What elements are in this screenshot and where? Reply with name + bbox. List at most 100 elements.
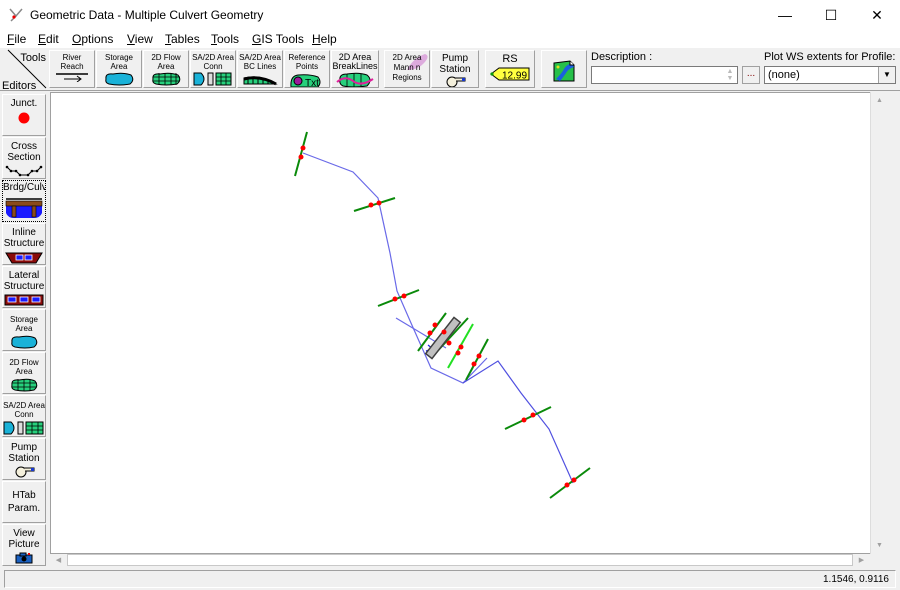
sa-conn-icon — [193, 72, 232, 86]
sa-2d-area-conn-button[interactable]: SA/2D Area Conn — [190, 50, 236, 88]
inline-structure-icon — [5, 252, 43, 264]
storage-area-button[interactable]: Storage Area — [96, 50, 142, 88]
bc-lines-icon — [243, 76, 278, 86]
menu-view[interactable]: View — [127, 32, 153, 46]
window-title: Geometric Data - Multiple Culvert Geomet… — [30, 8, 264, 22]
menu-tables[interactable]: Tables — [165, 32, 200, 46]
lateral-structure-icon — [4, 294, 44, 306]
maximize-icon: ☐ — [824, 6, 838, 23]
junction-dot-icon — [18, 112, 30, 124]
status-bar: 1.1546, 0.9116 — [4, 570, 896, 588]
menu-tools[interactable]: Tools — [211, 32, 239, 46]
pump-icon — [15, 466, 35, 478]
spin-up-icon: ▲ — [726, 68, 734, 75]
horizontal-scroll-track[interactable] — [67, 554, 853, 566]
minimize-button[interactable]: — — [762, 0, 808, 30]
pump-station-button[interactable]: Pump Station — [431, 50, 479, 88]
description-more-button[interactable]: ... — [742, 66, 760, 84]
close-button[interactable]: ✕ — [854, 0, 900, 30]
2d-flow-area-button[interactable]: 2D Flow Area — [143, 50, 189, 88]
2d-grid-icon — [152, 72, 181, 86]
storage-area-label: Storage Area — [104, 53, 134, 71]
geometry-canvas[interactable] — [50, 92, 886, 554]
editor-lateral-structure-button[interactable]: Lateral Structure — [2, 266, 46, 308]
editor-cross-section-button[interactable]: Cross Section — [2, 137, 46, 179]
culvert-structure[interactable] — [424, 316, 469, 360]
menu-gis-tools[interactable]: GIS Tools — [252, 32, 304, 46]
2d-area-breaklines-label: 2D Area BreakLines — [332, 52, 378, 71]
2d-area-mann-n-regions-button[interactable]: 2D Area Mann n Regions — [384, 50, 430, 88]
description-spin[interactable]: ▲ ▼ — [724, 68, 736, 82]
editor-2d-flow-area-label: 2D Flow Area — [9, 358, 39, 376]
sa-2d-area-bc-lines-button[interactable]: SA/2D Area BC Lines — [237, 50, 283, 88]
cursor-coordinates: 1.1546, 0.9116 — [823, 574, 889, 585]
geometry-schematic — [294, 131, 591, 499]
close-icon: ✕ — [871, 6, 883, 23]
scroll-up-icon[interactable]: ▲ — [871, 92, 888, 109]
editor-inline-structure-label: Inline Structure — [3, 227, 45, 249]
cross-section-icon — [5, 165, 43, 177]
cross-section-8[interactable] — [549, 467, 591, 499]
editor-htab-param-label: HTab Param. — [7, 490, 41, 514]
sa-2d-area-bc-lines-label: SA/2D Area BC Lines — [239, 53, 281, 71]
2d-grid-icon — [11, 378, 38, 392]
maximize-button[interactable]: ☐ — [808, 0, 854, 30]
scroll-right-icon[interactable]: ▶ — [853, 554, 870, 567]
cross-section-7[interactable] — [504, 406, 552, 430]
vertical-scrollbar[interactable]: ▲ ▼ — [870, 92, 888, 554]
editor-view-picture-button[interactable]: View Picture — [2, 524, 46, 566]
rs-button[interactable]: RS 12.99 — [485, 50, 535, 88]
menu-file[interactable]: File — [7, 32, 26, 46]
app-icon — [9, 8, 23, 22]
spin-down-icon: ▼ — [726, 75, 734, 82]
scroll-down-icon[interactable]: ▼ — [871, 537, 888, 554]
editor-2d-flow-area-button[interactable]: 2D Flow Area — [2, 352, 46, 394]
svg-text:Txt: Txt — [305, 78, 319, 88]
editor-storage-area-label: Storage Area — [9, 315, 39, 333]
editor-pump-station-button[interactable]: Pump Station — [2, 438, 46, 480]
menu-edit[interactable]: Edit — [38, 32, 59, 46]
river-reach-button[interactable]: River Reach — [49, 50, 95, 88]
arrow-right-icon — [56, 73, 88, 82]
rs-tag-icon: 12.99 — [490, 67, 530, 82]
editor-pump-station-label: Pump Station — [8, 442, 40, 464]
chevron-down-icon: ▼ — [878, 67, 895, 83]
tools-label: Tools — [20, 52, 46, 64]
editor-cross-section-label: Cross Section — [7, 141, 41, 163]
cross-section-3[interactable] — [377, 289, 420, 307]
title-bar: Geometric Data - Multiple Culvert Geomet… — [0, 0, 900, 30]
profile-label: Plot WS extents for Profile: — [764, 51, 896, 63]
editor-junction-label: Junct. — [10, 98, 38, 109]
menu-help[interactable]: Help — [312, 32, 337, 46]
scroll-left-icon[interactable]: ◀ — [50, 554, 67, 567]
editor-view-picture-label: View Picture — [8, 528, 40, 550]
reference-points-button[interactable]: Reference Points Txt — [284, 50, 330, 88]
editor-inline-structure-button[interactable]: Inline Structure — [2, 223, 46, 265]
horizontal-scrollbar[interactable]: ◀ ▶ — [50, 554, 870, 567]
profile-select[interactable]: (none) ▼ — [764, 66, 896, 84]
2d-flow-area-label: 2D Flow Area — [151, 53, 181, 71]
river-reach-line[interactable] — [302, 152, 574, 484]
profile-value: (none) — [768, 69, 800, 81]
description-input[interactable]: ▲ ▼ — [591, 66, 738, 84]
rs-value: 12.99 — [502, 71, 527, 82]
minimize-icon: — — [778, 7, 792, 23]
editor-lateral-structure-label: Lateral Structure — [3, 270, 45, 292]
storage-area-icon — [105, 72, 134, 86]
editor-sa-2d-area-conn-button[interactable]: SA/2D Area Conn — [2, 395, 46, 437]
rs-label: RS — [502, 53, 518, 65]
editors-sidebar: Junct. Cross Section Brdg/Culv Inline St… — [0, 92, 48, 567]
editor-storage-area-button[interactable]: Storage Area — [2, 309, 46, 351]
menu-options[interactable]: Options — [72, 32, 113, 46]
background-map-button[interactable] — [541, 50, 587, 88]
bridge-culvert-icon — [5, 198, 43, 218]
breaklines-icon — [336, 72, 374, 87]
pump-station-label: Pump Station — [439, 53, 471, 75]
editor-sa-2d-area-conn-label: SA/2D Area Conn — [3, 401, 45, 419]
map-layer-icon — [553, 60, 575, 82]
2d-area-breaklines-button[interactable]: 2D Area BreakLines — [331, 50, 379, 88]
editor-htab-param-button[interactable]: HTab Param. — [2, 481, 46, 523]
cross-section-2[interactable] — [353, 197, 396, 212]
editor-bridge-culvert-button[interactable]: Brdg/Culv — [2, 180, 46, 222]
editor-junction-button[interactable]: Junct. — [2, 94, 46, 136]
